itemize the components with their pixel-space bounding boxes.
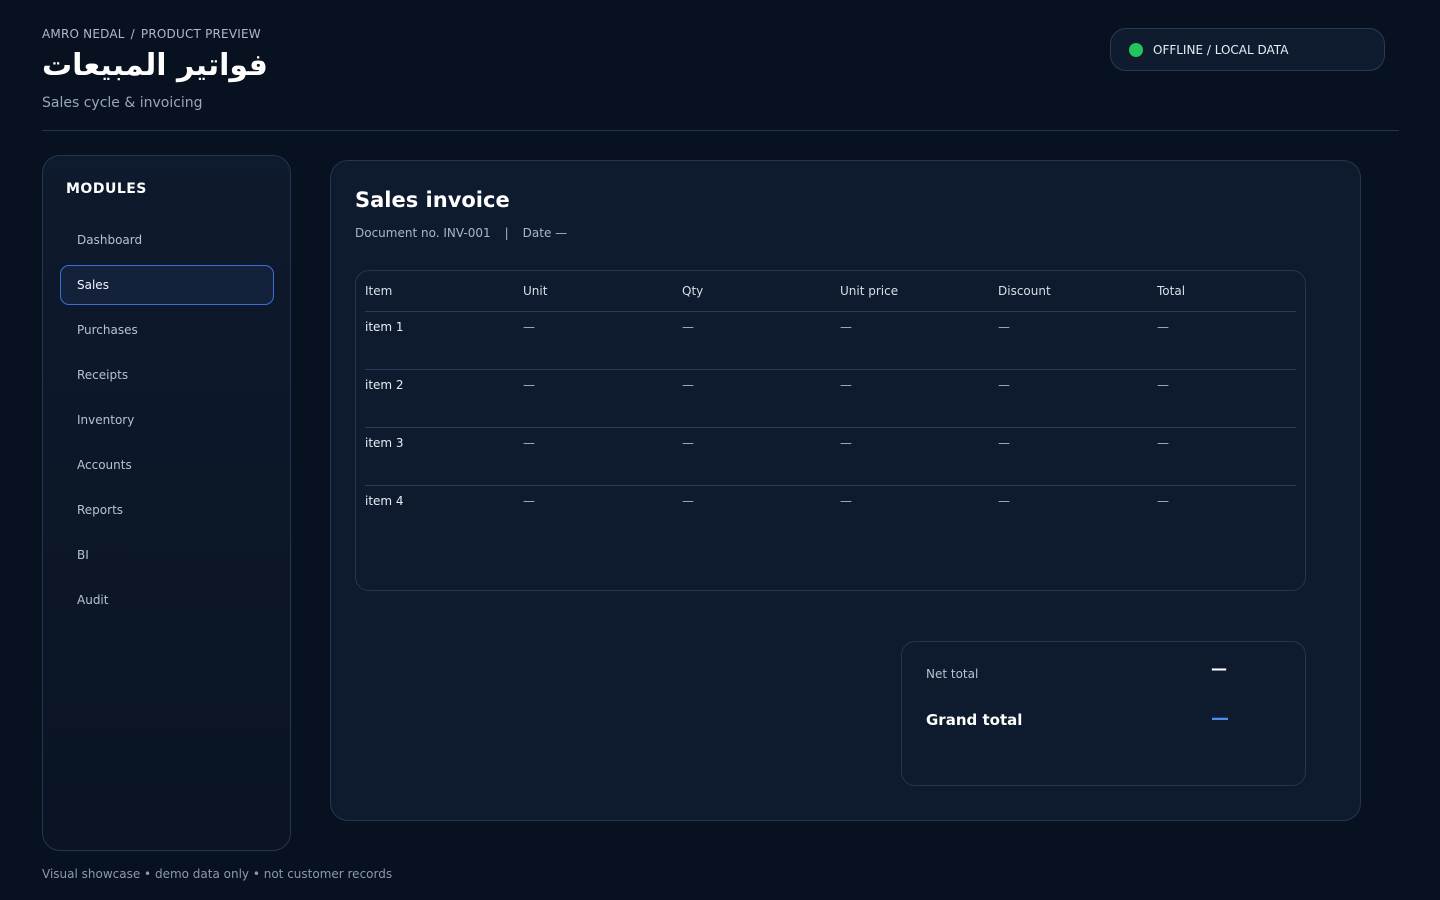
invoice-title: Sales invoice: [355, 188, 510, 212]
cell-discount: —: [998, 436, 1010, 450]
status-dot-icon: [1129, 42, 1143, 57]
sidebar-item-sales[interactable]: Sales: [60, 265, 274, 305]
breadcrumb-item-owner[interactable]: AMRO NEDAL: [42, 27, 125, 41]
grand-total-label: Grand total: [926, 711, 1023, 729]
grand-total-value: —: [1211, 708, 1229, 729]
sidebar-item-label: Inventory: [77, 413, 135, 427]
sidebar-item-label: Receipts: [77, 368, 129, 382]
cell-unit-price: —: [840, 320, 852, 334]
sidebar-item-purchases[interactable]: Purchases: [60, 310, 274, 350]
page-subtitle: Sales cycle & invoicing: [42, 95, 203, 111]
invoice-table: Item Unit Qty Unit price Discount Total …: [355, 270, 1306, 591]
totals-card: Net total — Grand total —: [901, 641, 1306, 786]
column-header-unit: Unit: [523, 284, 548, 298]
sidebar-item-label: Audit: [77, 593, 109, 607]
status-badge: OFFLINE / LOCAL DATA: [1110, 28, 1385, 71]
cell-total: —: [1157, 494, 1169, 508]
page: AMRO NEDAL / PRODUCT PREVIEW فواتير المبيع…: [0, 0, 1440, 900]
cell-unit: —: [523, 494, 535, 508]
meta-separator: |: [504, 226, 509, 240]
cell-qty: —: [682, 494, 694, 508]
cell-unit-price: —: [840, 494, 852, 508]
breadcrumb-item-preview[interactable]: PRODUCT PREVIEW: [141, 27, 261, 41]
sidebar-nav: Dashboard Sales Purchases Receipts Inven…: [60, 220, 274, 625]
column-header-unit-price: Unit price: [840, 284, 899, 298]
column-header-discount: Discount: [998, 284, 1051, 298]
sidebar-item-label: Purchases: [77, 323, 138, 337]
header-divider: [42, 130, 1399, 131]
sidebar-item-label: Accounts: [77, 458, 132, 472]
cell-qty: —: [682, 378, 694, 392]
table-row[interactable]: item 4 — — — — —: [365, 486, 1296, 544]
table-header: Item Unit Qty Unit price Discount Total: [365, 271, 1296, 312]
breadcrumb: AMRO NEDAL / PRODUCT PREVIEW: [42, 27, 261, 41]
net-total-label: Net total: [926, 667, 979, 681]
cell-total: —: [1157, 378, 1169, 392]
cell-unit-price: —: [840, 436, 852, 450]
sidebar-item-label: BI: [77, 548, 89, 562]
sidebar-item-reports[interactable]: Reports: [60, 490, 274, 530]
sidebar-item-receipts[interactable]: Receipts: [60, 355, 274, 395]
cell-unit: —: [523, 378, 535, 392]
cell-total: —: [1157, 436, 1169, 450]
footer-note: Visual showcase • demo data only • not c…: [42, 867, 393, 881]
column-header-qty: Qty: [682, 284, 704, 298]
cell-unit: —: [523, 436, 535, 450]
table-row[interactable]: item 2 — — — — —: [365, 370, 1296, 428]
sidebar-item-bi[interactable]: BI: [60, 535, 274, 575]
sidebar-item-dashboard[interactable]: Dashboard: [60, 220, 274, 260]
cell-unit-price: —: [840, 378, 852, 392]
breadcrumb-separator: /: [130, 27, 135, 41]
status-text: OFFLINE / LOCAL DATA: [1153, 42, 1289, 57]
column-header-item: Item: [365, 284, 393, 298]
cell-item: item 4: [365, 494, 404, 508]
sidebar-item-audit[interactable]: Audit: [60, 580, 274, 620]
sidebar-heading: MODULES: [66, 181, 147, 197]
document-number: Document no. INV-001: [355, 226, 491, 240]
cell-qty: —: [682, 436, 694, 450]
cell-item: item 1: [365, 320, 404, 334]
page-title: فواتير المبيعات: [42, 48, 268, 83]
cell-discount: —: [998, 320, 1010, 334]
sidebar-item-label: Reports: [77, 503, 124, 517]
net-total-value: —: [1211, 659, 1227, 678]
invoice-panel: Sales invoice Document no. INV-001 | Date …: [330, 160, 1361, 821]
invoice-date: Date —: [522, 226, 568, 240]
cell-discount: —: [998, 494, 1010, 508]
cell-qty: —: [682, 320, 694, 334]
cell-discount: —: [998, 378, 1010, 392]
table-row[interactable]: item 3 — — — — —: [365, 428, 1296, 486]
sidebar: MODULES Dashboard Sales Purchases Receip…: [42, 155, 291, 851]
sidebar-item-accounts[interactable]: Accounts: [60, 445, 274, 485]
cell-item: item 3: [365, 436, 404, 450]
sidebar-item-label: Dashboard: [77, 233, 143, 247]
invoice-meta: Document no. INV-001 | Date —: [355, 226, 567, 240]
cell-unit: —: [523, 320, 535, 334]
cell-item: item 2: [365, 378, 404, 392]
sidebar-item-label: Sales: [77, 278, 109, 292]
sidebar-item-inventory[interactable]: Inventory: [60, 400, 274, 440]
table-row[interactable]: item 1 — — — — —: [365, 312, 1296, 370]
cell-total: —: [1157, 320, 1169, 334]
column-header-total: Total: [1157, 284, 1186, 298]
